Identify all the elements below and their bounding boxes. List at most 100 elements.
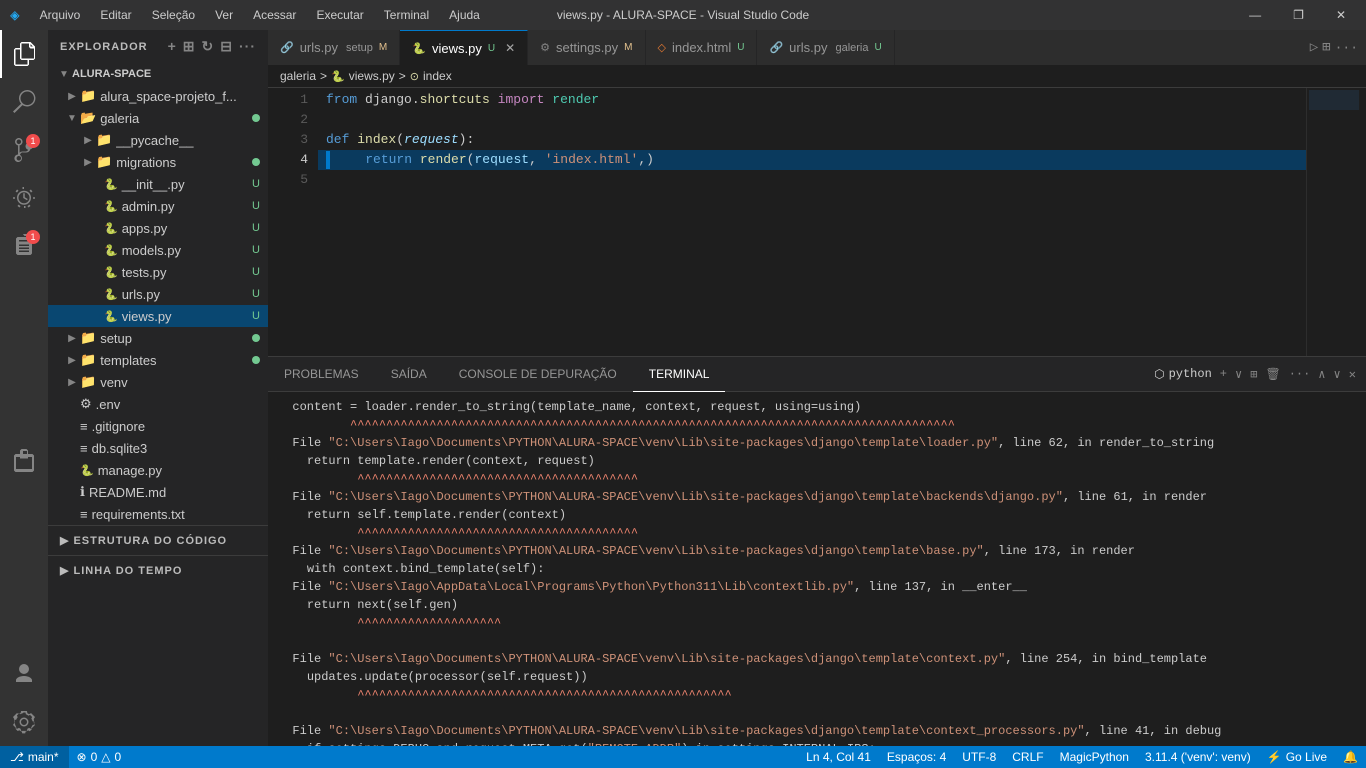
panel-tab-problems[interactable]: PROBLEMAS: [268, 357, 375, 392]
activity-icon-explorer[interactable]: [0, 30, 48, 78]
sidebar-header: EXPLORADOR + ⊞ ↻ ⊟ ···: [48, 30, 268, 63]
menu-selecao[interactable]: Seleção: [144, 6, 203, 24]
folder-label: migrations: [116, 155, 252, 170]
breadcrumb-galeria[interactable]: galeria: [280, 69, 316, 83]
file-icon: ℹ: [80, 484, 85, 500]
python-version-item[interactable]: 3.11.4 ('venv': venv): [1137, 746, 1259, 768]
go-live-item[interactable]: ⚡ Go Live: [1259, 746, 1335, 768]
terminal-content[interactable]: content = loader.render_to_string(templa…: [268, 392, 1366, 746]
terminal-list-icon[interactable]: ∨: [1235, 367, 1242, 382]
tree-item-alura-space-projeto[interactable]: ▶ 📁 alura_space-projeto_f...: [48, 85, 268, 107]
tree-item-templates[interactable]: ▶ 📁 templates: [48, 349, 268, 371]
tree-item-galeria[interactable]: ▼ 📂 galeria: [48, 107, 268, 129]
maximize-button[interactable]: ❐: [1283, 6, 1314, 24]
activity-icon-extensions[interactable]: 1: [0, 222, 48, 270]
activity-icon-search[interactable]: [0, 78, 48, 126]
errors-warnings-item[interactable]: ⊗ 0 △ 0: [69, 746, 130, 768]
minimize-button[interactable]: —: [1239, 6, 1271, 24]
terminal-add-icon[interactable]: +: [1220, 367, 1227, 381]
tab-urls-py-setup[interactable]: 🔗 urls.py setup M: [268, 30, 400, 65]
activity-icon-settings[interactable]: [0, 698, 48, 746]
activity-icon-accounts[interactable]: [0, 650, 48, 698]
activity-icon-test[interactable]: [0, 436, 48, 484]
breadcrumb-file-label: views.py: [349, 69, 395, 83]
tree-root[interactable]: ▼ ALURA-SPACE: [48, 63, 268, 85]
new-folder-icon[interactable]: ⊞: [183, 38, 196, 55]
menu-acessar[interactable]: Acessar: [245, 6, 304, 24]
sidebar-more-icon[interactable]: ···: [239, 38, 256, 55]
tree-item-db-sqlite3[interactable]: ≡ db.sqlite3: [48, 437, 268, 459]
tree-item-venv[interactable]: ▶ 📁 venv: [48, 371, 268, 393]
root-label: ALURA-SPACE: [72, 68, 151, 80]
tree-item-admin-py[interactable]: 🐍 admin.py U: [48, 195, 268, 217]
line-ending-item[interactable]: CRLF: [1004, 746, 1051, 768]
code-lines[interactable]: from django.shortcuts import render def …: [318, 88, 1306, 356]
tab-label: urls.py: [300, 40, 338, 55]
terminal-split-icon[interactable]: ⊞: [1250, 367, 1257, 382]
activity-icon-run-debug[interactable]: [0, 174, 48, 222]
paren: (: [396, 130, 404, 150]
language-item[interactable]: MagicPython: [1052, 746, 1137, 768]
file-badge: U: [252, 288, 260, 300]
collapse-icon[interactable]: ⊟: [220, 38, 233, 55]
menu-arquivo[interactable]: Arquivo: [32, 6, 89, 24]
activity-icon-source-control[interactable]: 1: [0, 126, 48, 174]
tree-item-readme[interactable]: ℹ README.md: [48, 481, 268, 503]
tab-close-button[interactable]: ✕: [505, 41, 515, 55]
tab-urls-py-galeria[interactable]: 🔗 urls.py galeria U: [757, 30, 894, 65]
breadcrumb-file-icon: 🐍: [331, 70, 345, 83]
tree-item-apps-py[interactable]: 🐍 apps.py U: [48, 217, 268, 239]
tree-item-views-py[interactable]: 🐍 views.py U: [48, 305, 268, 327]
menu-terminal[interactable]: Terminal: [376, 6, 437, 24]
tab-index-html[interactable]: ◇ index.html U: [646, 30, 758, 65]
panel-tab-terminal[interactable]: TERMINAL: [633, 357, 726, 392]
tree-item-urls-py[interactable]: 🐍 urls.py U: [48, 283, 268, 305]
terminal-trash-icon[interactable]: 🗑: [1265, 367, 1280, 382]
menu-ver[interactable]: Ver: [207, 6, 241, 24]
folder-icon: 📁: [80, 330, 96, 346]
panel-tab-saida[interactable]: SAÍDA: [375, 357, 443, 392]
line-num-1: 1: [268, 90, 308, 110]
tree-item-pycache[interactable]: ▶ 📁 __pycache__: [48, 129, 268, 151]
panel-tab-debug-console[interactable]: CONSOLE DE DEPURAÇÃO: [443, 357, 633, 392]
section-linha-do-tempo[interactable]: ▶ LINHA DO TEMPO: [48, 555, 268, 585]
terminal-close-icon[interactable]: ✕: [1349, 367, 1356, 382]
terminal-up-icon[interactable]: ∧: [1318, 367, 1325, 382]
tree-item-gitignore[interactable]: ≡ .gitignore: [48, 415, 268, 437]
breadcrumb-index[interactable]: ⊙ index: [410, 69, 452, 83]
encoding-item[interactable]: UTF-8: [954, 746, 1004, 768]
tab-settings-py[interactable]: ⚙ settings.py M: [528, 30, 645, 65]
terminal-more-icon[interactable]: ···: [1289, 367, 1311, 381]
tab-views-py[interactable]: 🐍 views.py U ✕: [400, 30, 528, 65]
editor-more-button[interactable]: ···: [1335, 40, 1358, 55]
refresh-icon[interactable]: ↻: [202, 38, 215, 55]
menu-ajuda[interactable]: Ajuda: [441, 6, 488, 24]
file-icon: ≡: [80, 507, 88, 522]
section-estrutura[interactable]: ▶ ESTRUTURA DO CÓDIGO: [48, 525, 268, 555]
terminal-line: [278, 704, 1356, 722]
tree-item-migrations[interactable]: ▶ 📁 migrations: [48, 151, 268, 173]
run-button[interactable]: ▷: [1310, 39, 1318, 56]
close-button[interactable]: ✕: [1326, 6, 1356, 24]
tree-item-tests-py[interactable]: 🐍 tests.py U: [48, 261, 268, 283]
file-badge: U: [252, 222, 260, 234]
tree-item-init-py[interactable]: 🐍 __init__.py U: [48, 173, 268, 195]
git-branch-item[interactable]: ⎇ main*: [0, 746, 69, 768]
tree-item-manage-py[interactable]: 🐍 manage.py: [48, 459, 268, 481]
notifications-item[interactable]: 🔔: [1335, 746, 1366, 768]
split-editor-button[interactable]: ⊞: [1322, 39, 1330, 56]
tree-item-requirements[interactable]: ≡ requirements.txt: [48, 503, 268, 525]
tree-item-setup[interactable]: ▶ 📁 setup: [48, 327, 268, 349]
breadcrumb-views-py[interactable]: 🐍 views.py: [331, 69, 395, 83]
tree-item-env[interactable]: ⚙ .env: [48, 393, 268, 415]
spaces-item[interactable]: Espaços: 4: [879, 746, 954, 768]
menu-executar[interactable]: Executar: [308, 6, 371, 24]
menu-editar[interactable]: Editar: [92, 6, 139, 24]
tab-label: views.py: [432, 41, 482, 56]
terminal-down-icon[interactable]: ∨: [1334, 367, 1341, 382]
tree-item-models-py[interactable]: 🐍 models.py U: [48, 239, 268, 261]
cursor-position-item[interactable]: Ln 4, Col 41: [798, 746, 879, 768]
go-live-icon: ⚡: [1267, 750, 1282, 764]
new-file-icon[interactable]: +: [168, 38, 177, 55]
terminal-line: File "C:\Users\Iago\Documents\PYTHON\ALU…: [278, 488, 1356, 506]
